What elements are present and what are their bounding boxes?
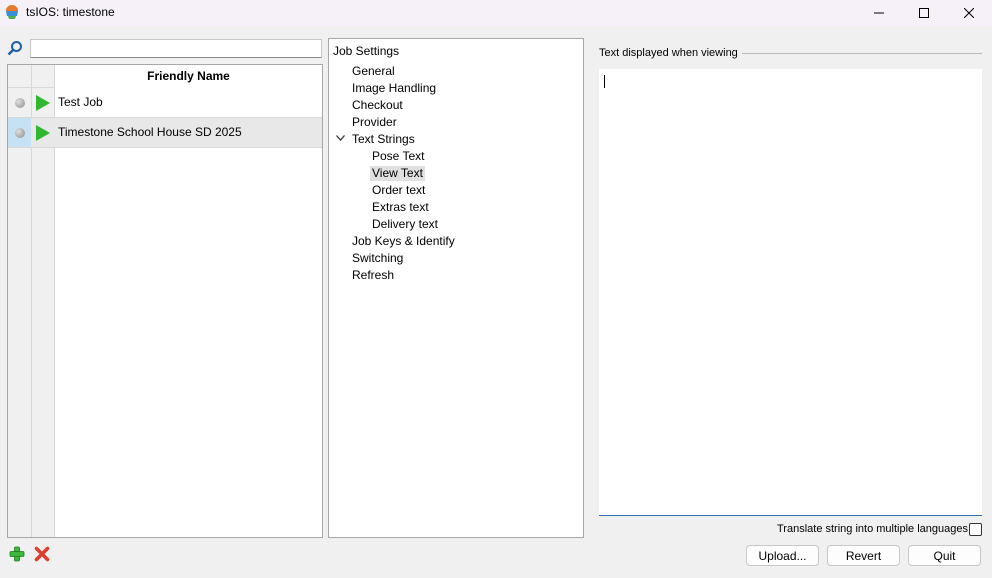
tree-item-delivery-text[interactable]: Delivery text [370, 217, 440, 232]
tree-root-job-settings[interactable]: Job Settings [331, 44, 401, 59]
job-name: Test Job [58, 95, 103, 109]
upload-button[interactable]: Upload... [746, 545, 819, 566]
tree-item-refresh[interactable]: Refresh [350, 268, 396, 283]
friendly-name-header[interactable]: Friendly Name [55, 65, 322, 88]
group-box-title: Text displayed when viewing [599, 47, 738, 59]
tree-item-text-strings[interactable]: Text Strings [350, 132, 417, 147]
chevron-down-icon[interactable] [336, 135, 345, 141]
text-cursor [604, 75, 605, 88]
tree-item-switching[interactable]: Switching [350, 251, 405, 266]
tree-item-image-handling[interactable]: Image Handling [350, 81, 438, 96]
row-selector[interactable] [8, 88, 31, 117]
app-icon [6, 5, 18, 19]
jobs-table: Friendly Name Test Job Timestone School … [7, 64, 323, 538]
close-icon [964, 8, 974, 18]
tree-item-provider[interactable]: Provider [350, 115, 399, 130]
play-icon[interactable] [36, 95, 50, 111]
delete-x-icon[interactable] [34, 546, 50, 562]
gray-dot-icon [15, 98, 25, 108]
tree-item-order-text[interactable]: Order text [370, 183, 427, 198]
job-name: Timestone School House SD 2025 [58, 125, 242, 139]
view-text-editor[interactable] [599, 69, 982, 516]
table-row[interactable]: Test Job [8, 88, 322, 118]
table-header: Friendly Name [8, 65, 322, 88]
table-row-selected[interactable]: Timestone School House SD 2025 [8, 118, 322, 148]
gray-dot-icon [15, 128, 25, 138]
maximize-icon [919, 8, 929, 18]
tree-item-general[interactable]: General [350, 64, 397, 79]
maximize-button[interactable] [901, 0, 947, 26]
tree-item-extras-text[interactable]: Extras text [370, 200, 431, 215]
close-button[interactable] [946, 0, 992, 26]
title-bar: tsIOS: timestone [0, 0, 992, 26]
group-box-divider [742, 53, 982, 54]
search-icon[interactable] [7, 40, 23, 56]
translate-label: Translate string into multiple languages [777, 523, 968, 535]
window-title: tsIOS: timestone [26, 5, 115, 19]
tree-item-pose-text[interactable]: Pose Text [370, 149, 426, 164]
revert-button[interactable]: Revert [827, 545, 900, 566]
row-selector[interactable] [8, 118, 31, 147]
minimize-button[interactable] [856, 0, 902, 26]
search-input[interactable] [30, 39, 322, 58]
tree-item-checkout[interactable]: Checkout [350, 98, 405, 113]
translate-checkbox[interactable] [969, 523, 982, 536]
add-plus-icon[interactable] [9, 546, 25, 562]
minimize-icon [874, 12, 884, 14]
tree-item-view-text[interactable]: View Text [370, 166, 425, 181]
play-icon[interactable] [36, 125, 50, 141]
settings-tree: Job Settings General Image Handling Chec… [328, 38, 584, 538]
tree-item-job-keys[interactable]: Job Keys & Identify [350, 234, 457, 249]
quit-button[interactable]: Quit [908, 545, 981, 566]
